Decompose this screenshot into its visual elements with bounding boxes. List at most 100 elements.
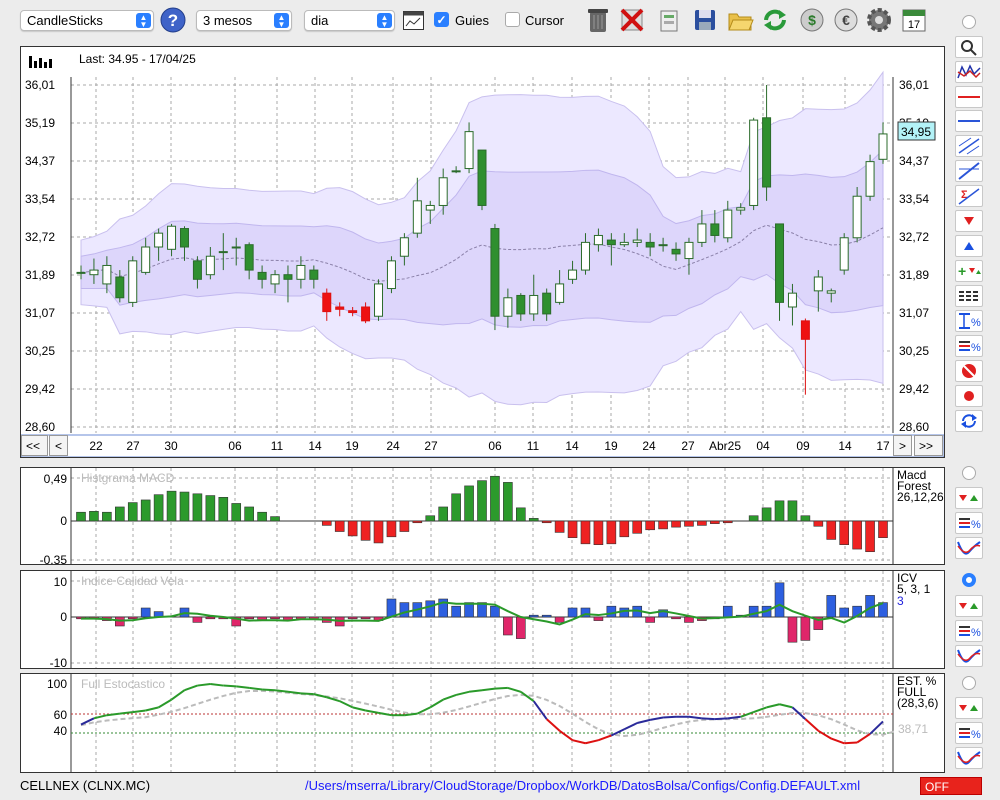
stoch-k-segment <box>572 739 586 745</box>
stochastic-chart[interactable]: Full Estocastico 1006040 EST. % FULL (28… <box>21 674 944 772</box>
candle-body <box>671 248 681 255</box>
stoch-k-segment <box>779 703 793 709</box>
macd-bar <box>580 520 591 545</box>
stoch-k-segment <box>532 700 548 720</box>
macd-signal-button[interactable] <box>955 487 983 509</box>
icv-panel[interactable]: Indice Calidad Vela 10 0 -10 ICV 5, 3, 1… <box>20 570 945 669</box>
stoch-k-segment <box>636 718 651 724</box>
candle-body <box>813 276 823 292</box>
stoch-curve-button[interactable] <box>955 747 983 769</box>
stoch-panel-radio[interactable] <box>962 676 976 690</box>
copy-icon[interactable] <box>655 6 683 34</box>
stochastic-panel[interactable]: Full Estocastico 100 60 40 EST. % FULL (28… <box>20 673 945 773</box>
y-tick-left: 30,25 <box>25 344 55 358</box>
macd-bar <box>399 520 410 532</box>
gear-icon[interactable] <box>865 6 893 34</box>
indicator-overlay-button[interactable] <box>955 61 983 83</box>
curve-icon <box>957 751 981 765</box>
guides-checkbox[interactable]: ✓ <box>434 12 449 27</box>
lines-percent-button[interactable]: % <box>955 335 983 357</box>
chart-type-value: CandleSticks <box>27 13 103 28</box>
icv-bar <box>205 616 216 620</box>
stoch-k-segment <box>210 683 224 687</box>
candle-body <box>697 223 707 243</box>
cursor-label: Cursor <box>525 13 565 28</box>
icv-signal-button[interactable] <box>955 595 983 617</box>
period-select[interactable]: 3 mesos ▲ ▼ <box>196 10 292 31</box>
macd-bar <box>244 506 254 522</box>
red-line-button[interactable] <box>955 86 983 108</box>
arrow-down-red-icon <box>964 217 974 225</box>
macd-panel[interactable]: Histgrama MACD 0,49 0 -0,35 Macd Forest … <box>20 467 945 565</box>
macd-bar <box>787 500 798 522</box>
candle-body <box>76 271 86 274</box>
candle-body <box>154 232 164 248</box>
sync-button[interactable] <box>955 410 983 432</box>
macd-bar <box>503 482 513 522</box>
main-chart-panel[interactable]: 36,01 35,19 34,37 33,54 32,72 31,89 31,07 30,25… <box>20 46 945 458</box>
macd-bar <box>684 520 694 527</box>
stop-button[interactable] <box>955 360 983 382</box>
macd-bar <box>554 520 565 533</box>
candle-body <box>179 228 189 248</box>
delete-cross-icon[interactable] <box>618 6 646 34</box>
candle-body <box>438 177 448 206</box>
candle-body <box>296 264 306 280</box>
folder-open-icon[interactable] <box>726 6 754 34</box>
off-button[interactable]: OFF <box>920 777 982 795</box>
icv-bar <box>619 607 630 618</box>
dollar-sync-icon[interactable]: $ <box>798 6 826 34</box>
main-panel-radio[interactable] <box>962 15 976 29</box>
zoom-button[interactable] <box>955 36 983 58</box>
trend-line-button[interactable] <box>955 160 983 182</box>
red-dot-icon <box>964 391 974 401</box>
candle-body <box>322 292 332 313</box>
chart-type-select[interactable]: CandleSticks ▲ ▼ <box>20 10 154 31</box>
x-tick-label: 11 <box>527 439 540 453</box>
candle-body <box>309 269 319 280</box>
stoch-k-segment <box>365 709 379 714</box>
icv-y-top: 10 <box>54 575 68 589</box>
range-percent-button[interactable]: % <box>955 310 983 332</box>
macd-curve-button[interactable] <box>955 537 983 559</box>
buy-arrow-button[interactable] <box>955 235 983 257</box>
candle-body <box>231 246 241 249</box>
euro-sync-icon[interactable]: € <box>832 6 860 34</box>
macd-panel-radio[interactable] <box>962 466 976 480</box>
macd-y-bottom: -0,35 <box>40 553 68 564</box>
save-icon[interactable] <box>691 6 719 34</box>
icv-panel-radio[interactable] <box>962 573 976 587</box>
blue-line-button[interactable] <box>955 110 983 132</box>
macd-bar <box>231 503 242 522</box>
candle-body <box>451 170 461 173</box>
icv-lines-button[interactable]: % <box>955 620 983 642</box>
calendar-icon[interactable]: 17 <box>900 6 928 34</box>
sigma-line-icon: Σ <box>958 188 980 205</box>
no-entry-icon <box>962 364 976 378</box>
add-signal-button[interactable]: + <box>955 260 983 282</box>
stoch-signal-button[interactable] <box>955 697 983 719</box>
record-button[interactable] <box>955 385 983 407</box>
help-icon[interactable]: ? <box>160 7 186 33</box>
trend-channel-button[interactable] <box>955 135 983 157</box>
sell-arrow-button[interactable] <box>955 210 983 232</box>
chart-window-icon[interactable] <box>403 11 424 30</box>
interval-select[interactable]: dia ▲ ▼ <box>304 10 395 31</box>
fibonacci-button[interactable]: Σ <box>955 185 983 207</box>
icv-chart[interactable]: Indice Calidad Vela 10 0 -10 ICV 5, 3, 1… <box>21 571 944 668</box>
x-tick-label: 11 <box>271 439 284 453</box>
stoch-k-segment <box>753 706 767 714</box>
stoch-k-segment <box>559 729 574 741</box>
icv-bar <box>528 614 539 618</box>
stoch-lines-button[interactable]: % <box>955 722 983 744</box>
icv-curve-button[interactable] <box>955 645 983 667</box>
macd-histogram[interactable]: Histgrama MACD 0,49 0 -0,35 Macd Forest … <box>21 468 944 564</box>
y-tick-left: 28,60 <box>25 420 55 434</box>
macd-lines-button[interactable]: % <box>955 512 983 534</box>
refresh-icon[interactable] <box>761 6 789 34</box>
candlestick-chart[interactable]: 36,01 35,19 34,37 33,54 32,72 31,89 31,07 30,25… <box>21 47 944 457</box>
lines-button[interactable] <box>955 285 983 307</box>
cursor-checkbox[interactable] <box>505 12 520 27</box>
trash-icon[interactable] <box>584 6 612 34</box>
config-path-link[interactable]: /Users/mserra/Library/CloudStorage/Dropb… <box>305 778 860 793</box>
